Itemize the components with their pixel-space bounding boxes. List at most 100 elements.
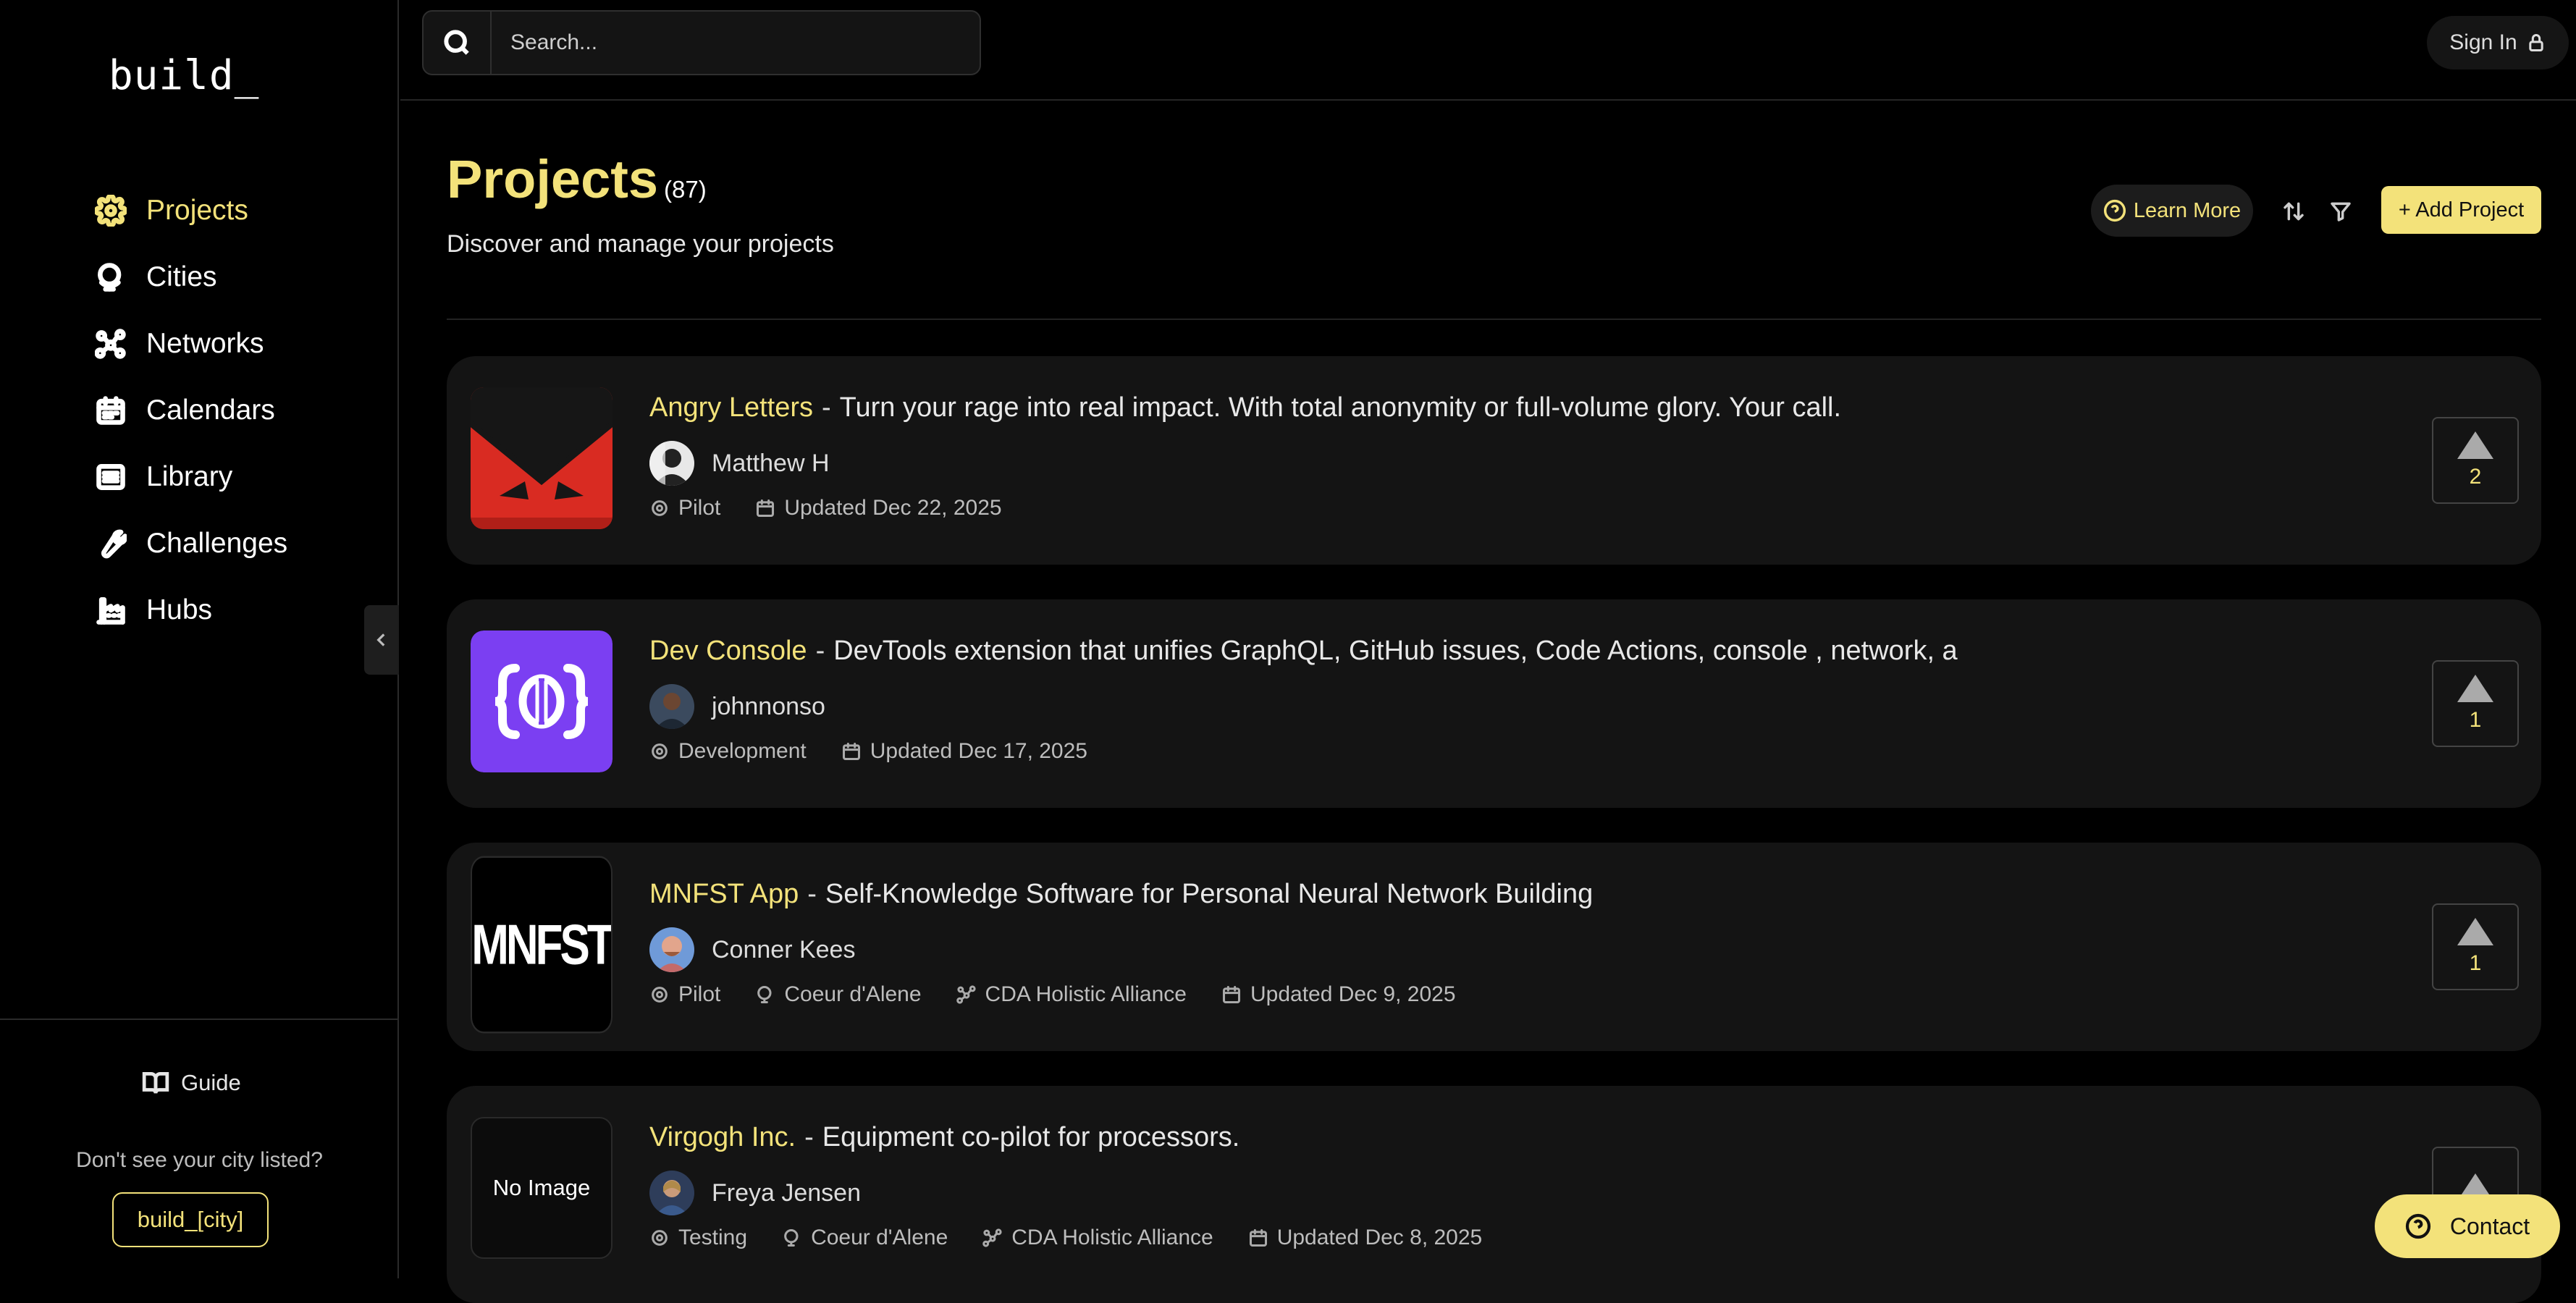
add-project-button[interactable]: + Add Project [2381, 186, 2541, 234]
sidebar: build_ Projects Cities Networks Calendar… [0, 0, 399, 1278]
project-author[interactable]: Matthew H [649, 441, 830, 486]
project-name[interactable]: Dev Console [649, 636, 807, 666]
sidebar-item-projects[interactable]: Projects [94, 177, 287, 244]
network-tag[interactable]: CDA Holistic Alliance [956, 982, 1187, 1007]
calendar-icon [1222, 985, 1241, 1004]
building-icon [94, 594, 127, 627]
dev-console-logo [471, 631, 613, 772]
project-thumbnail: No Image [471, 1117, 613, 1259]
sidebar-item-label: Networks [146, 328, 264, 359]
page-subtitle: Discover and manage your projects [447, 230, 834, 258]
help-circle-icon [2103, 199, 2126, 222]
collapse-sidebar-button[interactable] [364, 605, 399, 675]
city-tag[interactable]: Coeur d'Alene [755, 982, 922, 1007]
calendar-icon [94, 394, 127, 427]
book-icon [142, 1071, 169, 1094]
network-label: CDA Holistic Alliance [1011, 1226, 1213, 1249]
sidebar-item-library[interactable]: Library [94, 444, 287, 510]
project-description: Turn your rage into real impact. With to… [839, 392, 1842, 423]
calendar-icon [842, 742, 860, 761]
app-logo[interactable]: build_ [109, 52, 259, 99]
updated-label: Updated Dec 22, 2025 [784, 496, 1002, 520]
network-tag[interactable]: CDA Holistic Alliance [982, 1226, 1213, 1250]
updated-label: Updated Dec 8, 2025 [1276, 1226, 1483, 1249]
sort-button[interactable] [2278, 195, 2310, 227]
project-card[interactable]: No Image Virgogh Inc. - Equipment co-pilot… [447, 1086, 2541, 1303]
project-name[interactable]: MNFST App [649, 879, 799, 909]
updated-date: Updated Dec 22, 2025 [755, 496, 1002, 520]
sidebar-item-networks[interactable]: Networks [94, 311, 287, 377]
upvote-button[interactable]: 1 [2432, 903, 2519, 990]
divider [447, 319, 2541, 320]
city-label: Coeur d'Alene [784, 982, 922, 1006]
gear-icon [652, 500, 668, 516]
project-author[interactable]: johnnonso [649, 684, 825, 729]
lock-icon [2529, 34, 2543, 52]
avatar [649, 441, 694, 486]
project-description: DevTools extension that unifies GraphQL,… [833, 636, 1958, 666]
search-input[interactable] [509, 30, 946, 56]
guide-label: Guide [181, 1070, 241, 1095]
contact-button[interactable]: Contact [2375, 1194, 2560, 1258]
page-title-text: Projects [447, 149, 659, 209]
sidebar-item-label: Hubs [146, 594, 213, 625]
project-title: Virgogh Inc. - Equipment co-pilot for proc… [649, 1122, 2394, 1153]
guide-link[interactable]: Guide [142, 1069, 241, 1097]
project-meta: Pilot Updated Dec 22, 2025 [649, 496, 1037, 520]
upvote-triangle-icon [2457, 431, 2493, 459]
calendar-icon [1249, 1228, 1267, 1247]
updated-date: Updated Dec 17, 2025 [841, 739, 1087, 764]
learn-more-label: Learn More [2133, 198, 2242, 222]
search-icon[interactable] [424, 12, 492, 74]
sidebar-item-label: Challenges [146, 528, 288, 559]
sidebar-item-label: Library [146, 461, 233, 492]
sign-in-button[interactable]: Sign In [2427, 16, 2569, 69]
gear-icon [652, 743, 668, 759]
vote-count: 1 [2469, 708, 2482, 732]
vote-count: 2 [2469, 465, 2482, 489]
sidebar-item-challenges[interactable]: Challenges [94, 510, 287, 577]
project-meta: Development Updated Dec 17, 2025 [649, 739, 1122, 764]
sidebar-nav: Projects Cities Networks Calendars Libra… [94, 177, 287, 644]
chevron-left-icon [376, 633, 385, 646]
stage-label: Testing [678, 1226, 748, 1249]
author-name: johnnonso [712, 692, 825, 720]
sidebar-item-label: Projects [146, 195, 248, 226]
sidebar-item-hubs[interactable]: Hubs [94, 577, 287, 644]
city-label: Coeur d'Alene [811, 1226, 948, 1249]
project-name[interactable]: Angry Letters [649, 392, 813, 423]
sign-in-label: Sign In [2449, 30, 2517, 54]
learn-more-button[interactable]: Learn More [2091, 185, 2253, 237]
help-circle-icon [2405, 1213, 2430, 1239]
gear-icon [652, 987, 668, 1003]
filter-button[interactable] [2325, 195, 2357, 227]
author-name: Conner Kees [712, 935, 856, 963]
network-icon [982, 1228, 1002, 1247]
project-card[interactable]: Angry Letters - Turn your rage into real i… [447, 356, 2541, 565]
stage-label: Pilot [678, 982, 721, 1006]
title-separator: - [822, 392, 831, 423]
city-tag[interactable]: Coeur d'Alene [782, 1226, 948, 1250]
title-separator: - [807, 879, 817, 909]
network-icon [94, 327, 127, 360]
project-card[interactable]: Dev Console - DevTools extension that unif… [447, 599, 2541, 808]
sidebar-item-label: Cities [146, 261, 217, 292]
avatar [649, 1171, 694, 1215]
project-author[interactable]: Conner Kees [649, 927, 855, 972]
filter-icon [2331, 202, 2351, 222]
build-city-button[interactable]: build_[city] [112, 1192, 269, 1247]
project-name[interactable]: Virgogh Inc. [649, 1122, 796, 1152]
updated-label: Updated Dec 17, 2025 [870, 739, 1087, 763]
project-author[interactable]: Freya Jensen [649, 1171, 861, 1215]
stage-badge: Pilot [649, 496, 720, 520]
project-card[interactable]: MNFST MNFST App - Self-Knowledge Software … [447, 843, 2541, 1051]
gear-icon [652, 1230, 668, 1246]
vote-count: 1 [2469, 951, 2482, 975]
upvote-button[interactable]: 2 [2432, 417, 2519, 504]
sidebar-item-calendars[interactable]: Calendars [94, 377, 287, 444]
author-name: Freya Jensen [712, 1178, 861, 1207]
sidebar-item-cities[interactable]: Cities [94, 244, 287, 311]
upvote-button[interactable]: 1 [2432, 660, 2519, 747]
search-bar [422, 10, 981, 75]
stage-badge: Testing [649, 1226, 747, 1250]
